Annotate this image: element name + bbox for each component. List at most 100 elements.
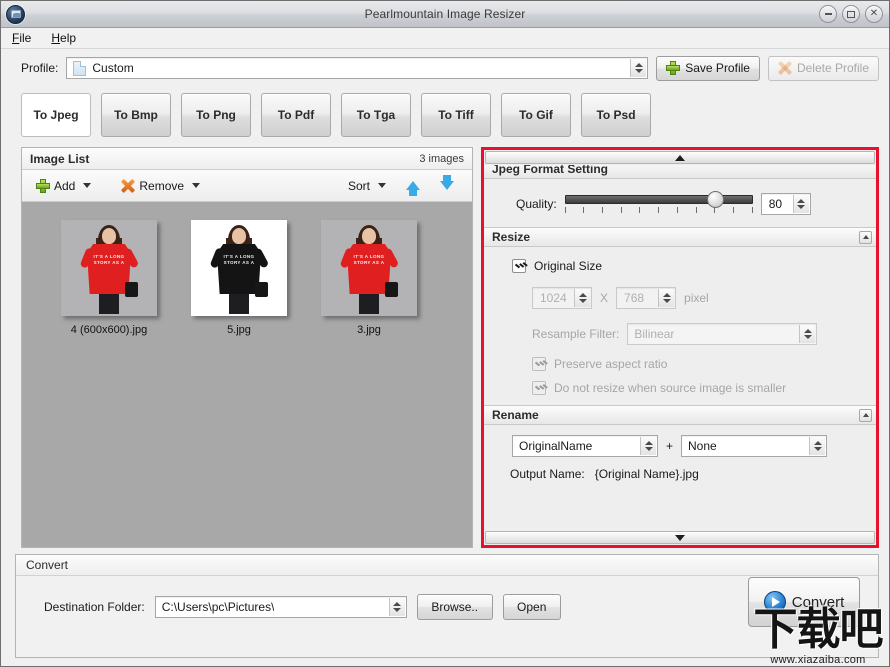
- menu-help[interactable]: Help: [48, 30, 79, 46]
- move-up-button[interactable]: [402, 175, 424, 197]
- convert-header: Convert: [16, 555, 878, 576]
- section-body-rename: OriginalName + None Output Name: {Origin…: [484, 425, 876, 491]
- quality-spinner[interactable]: [792, 195, 809, 213]
- thumbnail-image[interactable]: IT'S A LONG STORY AS A: [61, 220, 157, 316]
- section-title-resize: Resize: [492, 230, 531, 244]
- resample-filter-value: Bilinear: [634, 327, 675, 341]
- slider-ticks: [564, 207, 753, 213]
- resample-filter-label: Resample Filter:: [532, 327, 620, 341]
- shirt-text: IT'S A LONG STORY AS A: [353, 254, 385, 265]
- list-item[interactable]: IT'S A LONG STORY AS A 3.jpg: [316, 220, 422, 336]
- profile-value: Custom: [92, 61, 134, 75]
- sort-button[interactable]: Sort: [344, 176, 374, 196]
- quality-label: Quality:: [516, 197, 557, 211]
- add-button[interactable]: Add: [32, 176, 79, 196]
- list-item[interactable]: IT'S A LONG STORY AS A 4 (600x600).jpg: [56, 220, 162, 336]
- format-settings-panel: Jpeg Format Setting Quality: 80 Resize O…: [481, 147, 879, 548]
- section-header-rename[interactable]: Rename: [484, 405, 876, 425]
- tab-to-bmp[interactable]: To Bmp: [101, 93, 171, 137]
- profile-row: Profile: Custom Save Profile Delete Prof…: [1, 49, 889, 87]
- maximize-icon[interactable]: [842, 5, 860, 23]
- thumbnail-image[interactable]: IT'S A LONG STORY AS A: [191, 220, 287, 316]
- width-spinner[interactable]: [574, 289, 590, 307]
- collapse-rename-icon[interactable]: [859, 408, 872, 422]
- tab-to-jpeg[interactable]: To Jpeg: [21, 93, 91, 137]
- section-body-jpeg: Quality: 80: [484, 179, 876, 227]
- rename-part2-value: None: [688, 439, 717, 453]
- sort-dropdown-icon[interactable]: [378, 183, 386, 188]
- rename-part1-select[interactable]: OriginalName: [512, 435, 658, 457]
- slider-track: [564, 195, 753, 204]
- settings-scroll-down[interactable]: [485, 531, 875, 544]
- slider-handle[interactable]: [706, 191, 724, 208]
- width-stepper[interactable]: 1024: [532, 287, 592, 309]
- convert-button[interactable]: Convert: [748, 577, 860, 627]
- menu-file[interactable]: File: [9, 30, 34, 46]
- destination-folder-input[interactable]: C:\Users\pc\Pictures\: [154, 596, 407, 618]
- rename-part1-value: OriginalName: [519, 439, 593, 453]
- preserve-aspect-checkbox[interactable]: [532, 357, 546, 371]
- orange-x-icon: [121, 179, 135, 193]
- convert-title: Convert: [26, 558, 69, 572]
- height-stepper[interactable]: 768: [616, 287, 677, 309]
- section-title-jpeg: Jpeg Format Setting: [492, 165, 609, 176]
- close-icon[interactable]: ✕: [865, 5, 883, 23]
- tab-to-png[interactable]: To Png: [181, 93, 251, 137]
- save-profile-button[interactable]: Save Profile: [656, 55, 760, 81]
- quality-stepper[interactable]: 80: [760, 193, 811, 215]
- tab-to-tiff[interactable]: To Tiff: [421, 93, 491, 137]
- resample-filter-select[interactable]: Bilinear: [627, 323, 818, 345]
- minimize-icon[interactable]: [819, 5, 837, 23]
- format-tabs: To Jpeg To Bmp To Png To Pdf To Tga To T…: [1, 87, 889, 143]
- thumbnail-image[interactable]: IT'S A LONG STORY AS A: [321, 220, 417, 316]
- no-upscale-checkbox[interactable]: [532, 381, 546, 395]
- thumbnail-filename: 3.jpg: [357, 324, 381, 336]
- quality-slider[interactable]: [564, 191, 753, 217]
- thumbnail-filename: 5.jpg: [227, 324, 251, 336]
- list-item[interactable]: IT'S A LONG STORY AS A 5.jpg: [186, 220, 292, 336]
- resample-spinner[interactable]: [799, 325, 816, 343]
- main-area: Image List 3 images Add Remove Sort IT'S…: [1, 143, 889, 548]
- original-size-label: Original Size: [534, 259, 603, 273]
- height-spinner[interactable]: [658, 289, 675, 307]
- open-button[interactable]: Open: [502, 594, 561, 620]
- rename-part2-select[interactable]: None: [681, 435, 828, 457]
- move-down-button[interactable]: [436, 175, 458, 197]
- browse-button[interactable]: Browse..: [416, 594, 493, 620]
- profile-select[interactable]: Custom: [66, 57, 649, 79]
- shirt-text: IT'S A LONG STORY AS A: [223, 254, 255, 265]
- save-profile-label: Save Profile: [685, 61, 750, 75]
- settings-scroll-body: Jpeg Format Setting Quality: 80 Resize O…: [484, 165, 876, 530]
- section-header-resize[interactable]: Resize: [484, 227, 876, 247]
- collapse-resize-icon[interactable]: [859, 230, 872, 244]
- delete-profile-button[interactable]: Delete Profile: [767, 55, 879, 81]
- tab-to-psd[interactable]: To Psd: [581, 93, 651, 137]
- thumbnail-canvas[interactable]: IT'S A LONG STORY AS A 4 (600x600).jpg I…: [22, 202, 472, 547]
- open-label: Open: [517, 600, 547, 614]
- remove-label: Remove: [139, 178, 185, 193]
- delete-profile-label: Delete Profile: [796, 61, 869, 75]
- remove-button[interactable]: Remove: [117, 176, 188, 196]
- rename-plus-label: +: [666, 439, 674, 453]
- tab-to-tga[interactable]: To Tga: [341, 93, 411, 137]
- convert-button-label: Convert: [791, 593, 845, 611]
- pixel-unit-label: pixel: [684, 291, 709, 305]
- shirt-text: IT'S A LONG STORY AS A: [93, 254, 125, 265]
- add-label: Add: [54, 178, 76, 193]
- tab-to-gif[interactable]: To Gif: [501, 93, 571, 137]
- add-dropdown-icon[interactable]: [83, 183, 92, 188]
- window-title: Pearlmountain Image Resizer: [364, 7, 526, 21]
- width-value: 1024: [540, 291, 567, 305]
- tab-to-pdf[interactable]: To Pdf: [261, 93, 331, 137]
- convert-panel: Convert Destination Folder: C:\Users\pc\…: [15, 554, 879, 658]
- section-header-jpeg[interactable]: Jpeg Format Setting: [484, 165, 876, 179]
- preserve-aspect-label: Preserve aspect ratio: [554, 357, 668, 371]
- settings-scroll-up[interactable]: [485, 151, 875, 164]
- destination-spinner[interactable]: [388, 598, 405, 616]
- profile-spinner[interactable]: [630, 59, 647, 77]
- original-size-checkbox[interactable]: [512, 259, 526, 273]
- remove-dropdown-icon[interactable]: [192, 183, 201, 188]
- image-list-header: Image List 3 images: [22, 148, 472, 170]
- rename-part2-spinner[interactable]: [809, 437, 826, 455]
- rename-part1-spinner[interactable]: [640, 437, 656, 455]
